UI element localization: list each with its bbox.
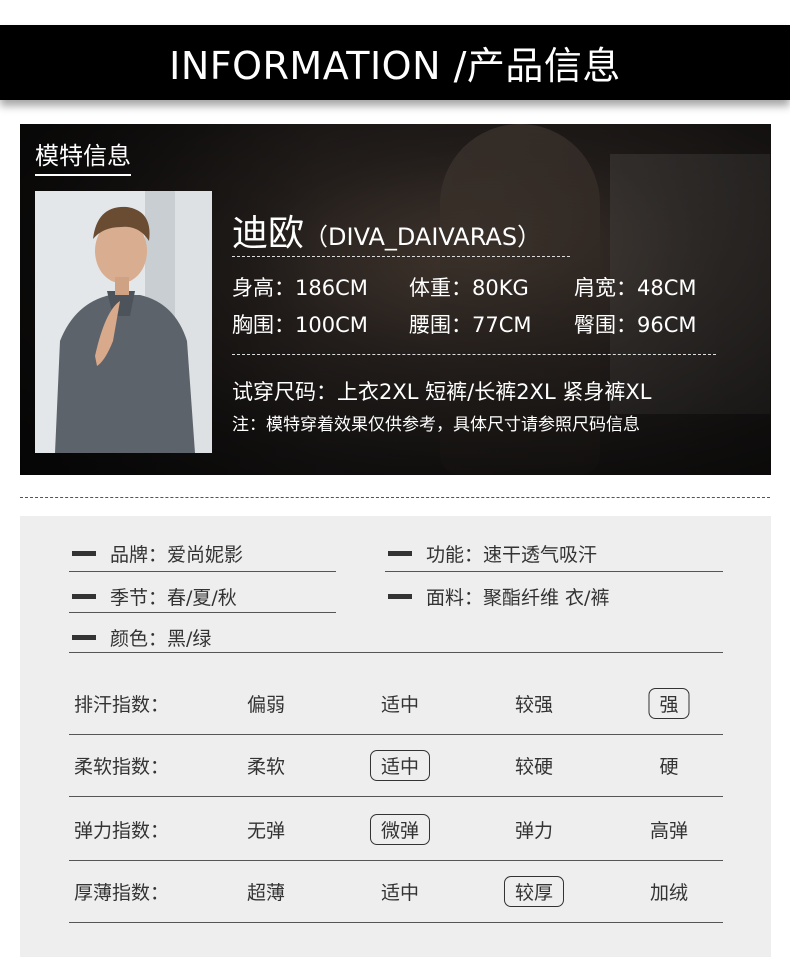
stat-weight: 体重：80KG [409, 276, 529, 300]
underline [69, 652, 723, 653]
stats-divider [232, 354, 716, 355]
index-option: 适中 [380, 694, 420, 716]
attr-brand: 品牌：爱尚妮影 [72, 540, 243, 567]
index-option: 弹力 [514, 820, 554, 842]
model-name: 迪欧（DIVA_DAIVARAS） [232, 204, 541, 256]
index-option: 无弹 [246, 820, 286, 842]
model-section-title: 模特信息 [35, 136, 131, 176]
dash-bullet-icon [388, 594, 412, 599]
underline [69, 612, 336, 613]
attr-function: 功能：速干透气吸汗 [388, 540, 597, 567]
underline [69, 571, 336, 572]
index-option: 柔软 [246, 756, 286, 778]
index-row-sweat: 排汗指数： 偏弱 适中 较强 强 [69, 672, 723, 735]
dash-bullet-icon [388, 551, 412, 556]
index-option: 高弹 [649, 820, 689, 842]
model-name-en: （DIVA_DAIVARAS） [304, 223, 542, 251]
try-on-size: 试穿尺码：上衣2XL 短裤/长裤2XL 紧身裤XL [232, 380, 652, 404]
index-option: 偏弱 [246, 694, 286, 716]
attr-function-text: 功能：速干透气吸汗 [426, 544, 598, 566]
dash-bullet-icon [72, 551, 96, 556]
stat-waist: 腰围：77CM [409, 313, 532, 337]
index-option: 超薄 [246, 882, 286, 904]
dash-bullet-icon [72, 594, 96, 599]
model-photo-illustration [35, 191, 212, 453]
stat-hip: 臀围：96CM [574, 313, 697, 337]
index-option-selected: 强 [648, 688, 690, 719]
index-label: 厚薄指数： [74, 882, 170, 904]
index-option-selected: 适中 [369, 750, 431, 781]
model-name-cn: 迪欧 [232, 213, 305, 254]
index-option-selected: 较厚 [503, 876, 565, 907]
index-row-elasticity: 弹力指数： 无弹 微弹 弹力 高弹 [69, 798, 723, 861]
attr-season: 季节：春/夏/秋 [72, 583, 237, 610]
model-photo [35, 191, 212, 453]
section-divider [20, 497, 770, 498]
index-label: 弹力指数： [74, 820, 170, 842]
index-option: 适中 [380, 882, 420, 904]
attr-fabric-text: 面料：聚酯纤维 衣/裤 [426, 587, 610, 609]
index-option: 较强 [514, 694, 554, 716]
index-option-selected: 微弹 [369, 814, 431, 845]
attr-season-text: 季节：春/夏/秋 [110, 587, 237, 609]
index-option: 较硬 [514, 756, 554, 778]
index-label: 排汗指数： [74, 694, 170, 716]
index-row-thickness: 厚薄指数： 超薄 适中 较厚 加绒 [69, 860, 723, 923]
attributes-panel: 品牌：爱尚妮影 功能：速干透气吸汗 季节：春/夏/秋 面料：聚酯纤维 衣/裤 颜… [20, 516, 771, 957]
index-option: 加绒 [649, 882, 689, 904]
name-divider [232, 256, 570, 257]
index-label: 柔软指数： [74, 756, 170, 778]
dash-bullet-icon [72, 635, 96, 640]
model-info-panel: 模特信息 迪欧（DIVA_DAIVARAS） 身高：186CM 体重：80KG … [20, 124, 771, 475]
stat-height: 身高：186CM [232, 276, 368, 300]
header-bar: INFORMATION /产品信息 [0, 25, 790, 100]
attr-fabric: 面料：聚酯纤维 衣/裤 [388, 583, 609, 610]
header-title: INFORMATION /产品信息 [169, 44, 621, 88]
attr-color: 颜色：黑/绿 [72, 624, 211, 651]
size-note: 注：模特穿着效果仅供参考，具体尺寸请参照尺码信息 [232, 415, 640, 435]
attr-brand-text: 品牌：爱尚妮影 [110, 544, 244, 566]
underline [385, 571, 723, 572]
stat-chest: 胸围：100CM [232, 313, 368, 337]
index-row-softness: 柔软指数： 柔软 适中 较硬 硬 [69, 734, 723, 797]
attr-color-text: 颜色：黑/绿 [110, 628, 212, 650]
stat-shoulder: 肩宽：48CM [574, 276, 697, 300]
index-option: 硬 [659, 756, 679, 778]
